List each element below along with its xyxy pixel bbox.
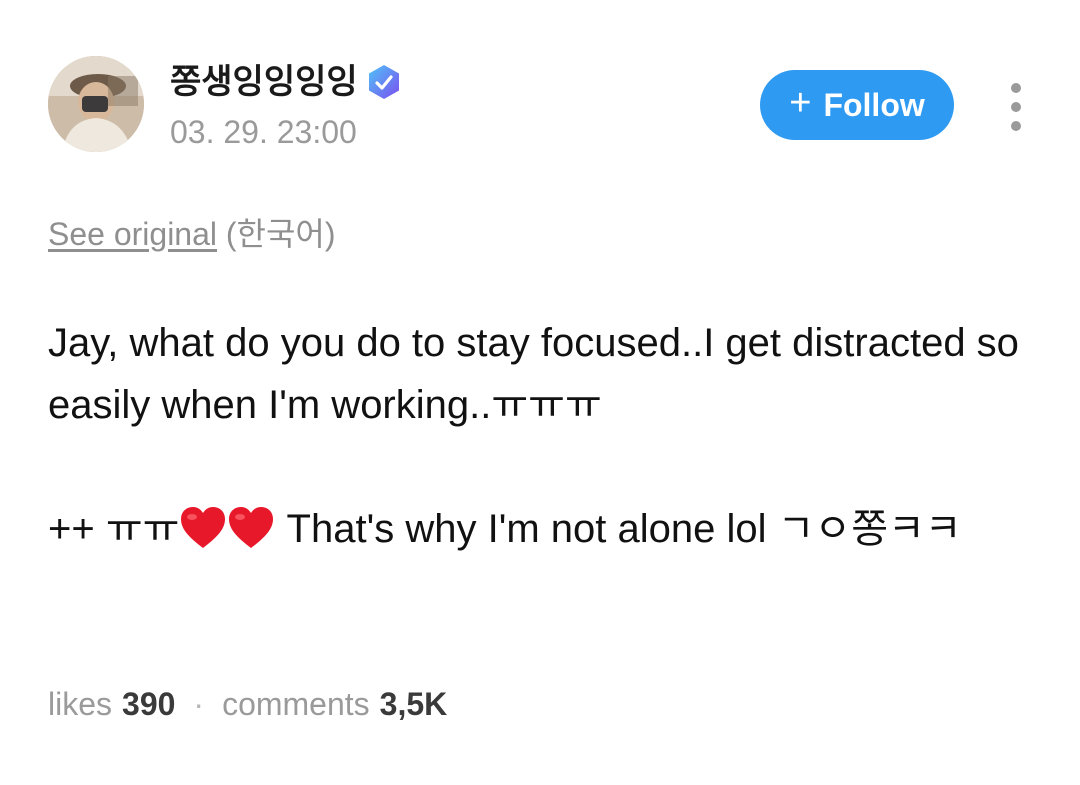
follow-button[interactable]: + Follow: [760, 70, 954, 140]
translation-notice: See original (한국어): [48, 214, 336, 254]
post-paragraph-2-prefix: ++ ㅠㅠ: [48, 507, 180, 551]
original-language: (한국어): [225, 216, 336, 252]
post-body: Jay, what do you do to stay focused..I g…: [48, 312, 1038, 560]
post-header: 쫑생잉잉잉잉 03. 29. 23:00 + Follow: [48, 56, 1038, 156]
comments-count[interactable]: 3,5K: [380, 684, 448, 724]
red-heart-icon: [179, 506, 227, 550]
red-heart-icon: [227, 506, 275, 550]
see-original-link[interactable]: See original: [48, 216, 217, 252]
plus-icon: +: [789, 82, 812, 124]
likes-count[interactable]: 390: [122, 684, 175, 724]
author-name-row: 쫑생잉잉잉잉: [170, 62, 402, 102]
likes-label[interactable]: likes: [48, 684, 112, 724]
post-stats: likes 390 · comments 3,5K: [48, 684, 447, 724]
post-paragraph-2: ++ ㅠㅠ That's why I'm not alone lol ㄱㅇ쫑ㅋㅋ: [48, 498, 1038, 560]
avatar[interactable]: [48, 56, 144, 152]
post-paragraph-1: Jay, what do you do to stay focused..I g…: [48, 321, 1031, 427]
avatar-photo: [48, 56, 144, 152]
stats-separator: ·: [193, 686, 205, 722]
post-paragraph-2-suffix: That's why I'm not alone lol ㄱㅇ쫑ㅋㅋ: [275, 507, 962, 551]
comments-label[interactable]: comments: [222, 684, 370, 724]
author-name[interactable]: 쫑생잉잉잉잉: [170, 62, 358, 102]
follow-label: Follow: [823, 87, 925, 123]
more-vertical-icon: [1011, 83, 1021, 131]
more-options-button[interactable]: [1004, 82, 1028, 132]
verified-badge-icon: [366, 64, 402, 100]
post-timestamp: 03. 29. 23:00: [170, 114, 357, 150]
